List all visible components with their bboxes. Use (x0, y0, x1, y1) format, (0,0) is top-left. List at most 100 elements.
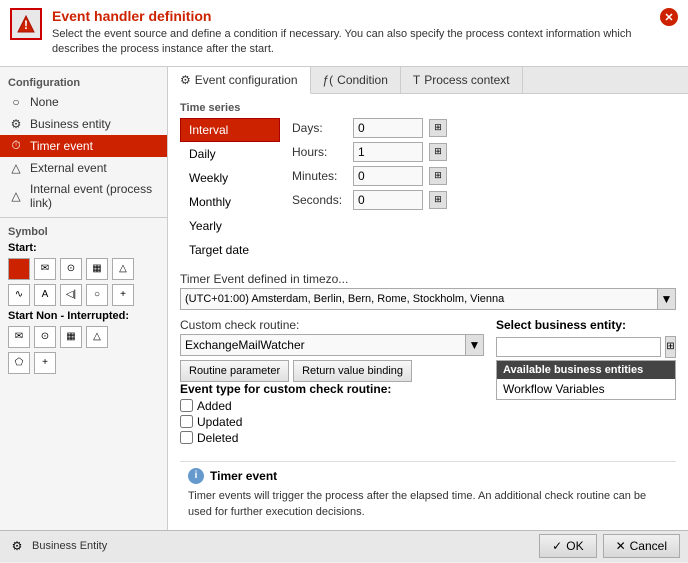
hours-stepper[interactable]: ⊞ (429, 143, 447, 161)
return-value-button[interactable]: Return value binding (293, 360, 412, 382)
symbol-wave[interactable]: ∿ (8, 284, 30, 306)
svg-text:!: ! (24, 18, 28, 32)
seconds-label: Seconds: (292, 193, 347, 207)
sidebar-item-timer-event[interactable]: ⏱ Timer event (0, 135, 167, 157)
tab-process-context[interactable]: T Process context (401, 67, 523, 93)
close-button[interactable]: ✕ (660, 8, 678, 26)
header-text-block: Event handler definition Select the even… (52, 8, 650, 58)
symbol-ni-triangle[interactable]: △ (86, 326, 108, 348)
start-non-interrupted-label: Start Non - Interrupted: (0, 308, 167, 324)
symbol-ni-plus[interactable]: + (34, 352, 56, 374)
sidebar: Configuration ○ None ⚙ Business entity ⏱… (0, 67, 168, 530)
condition-icon: ƒ( (323, 73, 334, 87)
days-label: Days: (292, 121, 347, 135)
routine-btn-row: Routine parameter Return value binding (180, 360, 484, 382)
tab-event-configuration[interactable]: ⚙ Event configuration (168, 67, 311, 94)
minutes-input[interactable] (353, 166, 423, 186)
symbol-red[interactable] (8, 258, 30, 280)
timer-info-header: i Timer event (188, 468, 668, 484)
symbol-a[interactable]: A (34, 284, 56, 306)
internal-event-icon: △ (8, 188, 24, 204)
updated-checkbox[interactable] (180, 415, 193, 428)
timer-defined-dropdown-arrow[interactable]: ▼ (657, 289, 675, 309)
cancel-x-icon: ✕ (616, 539, 626, 553)
ts-monthly[interactable]: Monthly (180, 190, 280, 214)
sidebar-item-none[interactable]: ○ None (0, 91, 167, 113)
dialog-description: Select the event source and define a con… (52, 27, 650, 58)
symbol-triangle[interactable]: △ (112, 258, 134, 280)
timer-defined-row: Timer Event defined in timezo... ▼ (180, 272, 676, 310)
business-entity-header: Select business entity: (496, 318, 676, 332)
sidebar-item-external-event[interactable]: △ External event (0, 157, 167, 179)
footer-entity-icon: ⚙ (8, 537, 26, 555)
be-qr-button[interactable]: ⊞ (665, 336, 676, 358)
days-stepper[interactable]: ⊞ (429, 119, 447, 137)
sidebar-item-business-entity[interactable]: ⚙ Business entity (0, 113, 167, 135)
ts-interval[interactable]: Interval (180, 118, 280, 142)
symbol-ni-pentagon[interactable]: ⬠ (8, 352, 30, 374)
deleted-row: Deleted (180, 431, 484, 445)
symbol-ni-clock[interactable]: ⊙ (34, 326, 56, 348)
event-config-content: Time series Interval Daily Weekly Monthl… (168, 94, 688, 530)
be-list-item-workflow[interactable]: Workflow Variables (497, 379, 675, 399)
timer-defined-input[interactable] (181, 289, 657, 309)
main-area: Configuration ○ None ⚙ Business entity ⏱… (0, 67, 688, 530)
process-context-icon: T (413, 73, 420, 87)
ok-button[interactable]: ✓ OK (539, 534, 596, 558)
symbol-grid-sq[interactable]: ▦ (86, 258, 108, 280)
symbol-back[interactable]: ◁| (60, 284, 82, 306)
ok-checkmark-icon: ✓ (552, 539, 562, 553)
seconds-input[interactable] (353, 190, 423, 210)
minutes-stepper[interactable]: ⊞ (429, 167, 447, 185)
custom-check-dropdown-arrow[interactable]: ▼ (465, 335, 483, 355)
routine-parameter-button[interactable]: Routine parameter (180, 360, 289, 382)
timer-info-description: Timer events will trigger the process af… (188, 488, 668, 521)
footer: ⚙ Business Entity ✓ OK ✕ Cancel (0, 530, 688, 562)
start-label: Start: (0, 240, 167, 256)
symbol-grid-start: ✉ ⊙ ▦ △ (0, 256, 167, 282)
timer-defined-select[interactable]: ▼ (180, 288, 676, 310)
sidebar-item-internal-event[interactable]: △ Internal event (process link) (0, 179, 167, 213)
seconds-stepper[interactable]: ⊞ (429, 191, 447, 209)
ts-daily[interactable]: Daily (180, 142, 280, 166)
added-checkbox[interactable] (180, 399, 193, 412)
be-search-input[interactable] (496, 337, 661, 357)
none-icon: ○ (8, 94, 24, 110)
deleted-label: Deleted (197, 431, 238, 445)
days-row: Days: ⊞ (292, 118, 676, 138)
two-col-area: Custom check routine: ▼ Routine paramete… (180, 318, 676, 453)
right-col: Select business entity: ⊞ Available busi… (496, 318, 676, 453)
dialog-header: ! Event handler definition Select the ev… (0, 0, 688, 67)
time-series-label: Time series (180, 102, 676, 114)
updated-row: Updated (180, 415, 484, 429)
custom-check-input[interactable] (181, 335, 465, 355)
added-label: Added (197, 399, 232, 413)
symbol-circle[interactable]: ○ (86, 284, 108, 306)
tab-condition[interactable]: ƒ( Condition (311, 67, 401, 93)
symbol-envelope[interactable]: ✉ (34, 258, 56, 280)
symbol-plus[interactable]: + (112, 284, 134, 306)
custom-check-select[interactable]: ▼ (180, 334, 484, 356)
be-list-header: Available business entities (497, 361, 675, 379)
symbol-ni-grid[interactable]: ▦ (60, 326, 82, 348)
ts-target-date[interactable]: Target date (180, 238, 280, 262)
left-col: Custom check routine: ▼ Routine paramete… (180, 318, 484, 453)
ts-yearly[interactable]: Yearly (180, 214, 280, 238)
deleted-checkbox[interactable] (180, 431, 193, 444)
updated-label: Updated (197, 415, 242, 429)
event-config-icon: ⚙ (180, 73, 191, 87)
dialog-title: Event handler definition (52, 8, 650, 24)
symbol-clock[interactable]: ⊙ (60, 258, 82, 280)
header-icon: ! (10, 8, 42, 40)
symbol-ni-envelope[interactable]: ✉ (8, 326, 30, 348)
business-entity-icon: ⚙ (8, 116, 24, 132)
ts-weekly[interactable]: Weekly (180, 166, 280, 190)
minutes-row: Minutes: ⊞ (292, 166, 676, 186)
timer-info-title: Timer event (210, 469, 277, 483)
cancel-button[interactable]: ✕ Cancel (603, 534, 680, 558)
hours-input[interactable] (353, 142, 423, 162)
timer-event-icon: ⏱ (8, 138, 24, 154)
days-input[interactable] (353, 118, 423, 138)
be-search-row: ⊞ (496, 336, 676, 358)
hours-row: Hours: ⊞ (292, 142, 676, 162)
